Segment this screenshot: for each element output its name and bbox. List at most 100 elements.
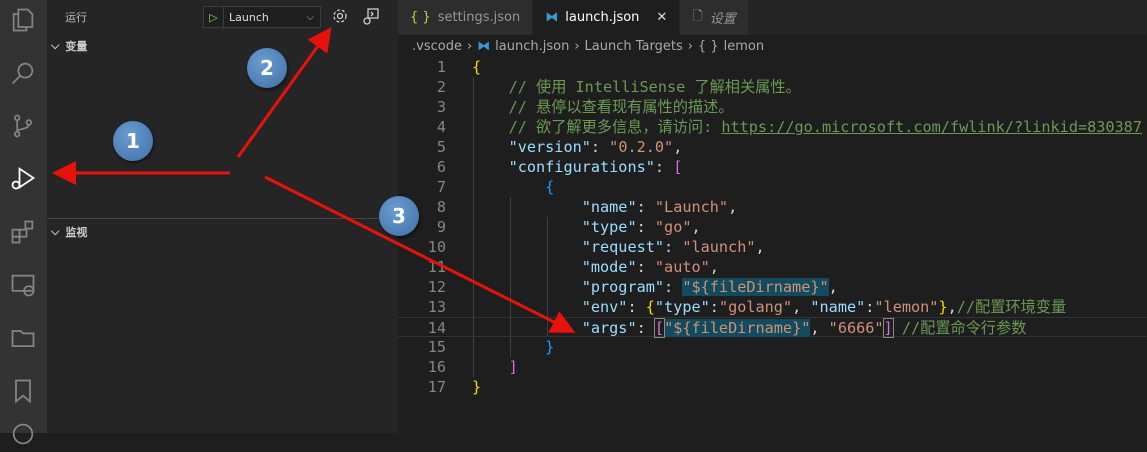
source-control-icon[interactable] (9, 112, 37, 140)
code-token: : (636, 319, 655, 337)
code-line[interactable]: 14 "args": ["${fileDirname}", "6666"] //… (398, 317, 1147, 338)
code-token: } (938, 298, 948, 316)
chevron-down-icon: ⌵ (51, 39, 60, 52)
tab-bar: { } settings.json ⧓ launch.json ✕ 🗋 设置 (398, 0, 1147, 35)
start-debugging-icon[interactable]: ▷ (204, 7, 224, 27)
code-token: : (654, 158, 674, 176)
section-variables[interactable]: ⌵ 变量 (51, 38, 87, 54)
code-line[interactable]: 15 } (398, 337, 1147, 357)
code-token: { (472, 58, 482, 76)
line-text: "env": {"type":"golang", "name":"lemon"}… (472, 297, 1066, 317)
line-number: 15 (427, 338, 446, 356)
breadcrumb-item[interactable]: .vscode (412, 39, 462, 54)
code-line[interactable]: 11 "mode": "auto", (398, 257, 1147, 277)
code-token: , (728, 198, 738, 216)
code-token: "Launch" (654, 198, 729, 216)
code-line[interactable]: 13 "env": {"type":"golang", "name":"lemo… (398, 297, 1147, 317)
code-token: "auto" (654, 258, 710, 276)
code-token: "${fileDirname}" (682, 278, 829, 296)
line-text: "request": "launch", (472, 237, 765, 257)
code-line[interactable]: 17} (398, 377, 1147, 397)
bookmark-icon[interactable] (9, 377, 37, 405)
code-line[interactable]: 4 // 欲了解更多信息，请访问: https://go.microsoft.c… (398, 117, 1147, 137)
code-token: , (673, 138, 683, 156)
code-token: } (472, 378, 482, 396)
code-token: "6666" (828, 319, 884, 337)
code-area[interactable]: 1{2 // 使用 IntelliSense 了解相关属性。 3 // 悬停以查看… (398, 57, 1147, 397)
close-icon[interactable]: ✕ (656, 10, 667, 25)
code-token: [ (653, 318, 666, 338)
breadcrumb-item[interactable]: launch.json (495, 39, 569, 54)
braces-icon: { } (697, 38, 719, 54)
line-text: } (472, 337, 554, 357)
line-text: "mode": "auto", (472, 257, 719, 277)
chevron-right-icon: › (466, 38, 473, 54)
code-token: , (755, 238, 765, 256)
code-line[interactable]: 1{ (398, 57, 1147, 77)
folder-icon[interactable] (9, 324, 37, 352)
line-number: 11 (427, 258, 446, 276)
gear-icon[interactable] (330, 6, 350, 26)
line-number: 17 (427, 378, 446, 396)
section-watch[interactable]: ⌵ 监视 (51, 224, 87, 240)
code-token: "mode" (581, 258, 637, 276)
editor: { } settings.json ⧓ launch.json ✕ 🗋 设置 .vsco… (398, 0, 1147, 433)
code-line[interactable]: 8 "name": "Launch", (398, 197, 1147, 217)
code-line[interactable]: 5 "version": "0.2.0", (398, 137, 1147, 157)
code-token: , (709, 258, 719, 276)
code-token: "type" (654, 298, 710, 316)
code-token: "env" (581, 298, 628, 316)
code-line[interactable]: 2 // 使用 IntelliSense 了解相关属性。 (398, 77, 1147, 97)
code-token: , (691, 218, 701, 236)
code-line[interactable]: 3 // 悬停以查看现有属性的描述。 (398, 97, 1147, 117)
code-token: { (645, 298, 655, 316)
code-token: [ (673, 158, 683, 176)
code-token: "name" (581, 198, 637, 216)
tab-label: 设置 (709, 12, 736, 27)
code-token: , (810, 319, 829, 337)
line-number: 5 (436, 138, 446, 156)
code-line[interactable]: 6 "configurations": [ (398, 157, 1147, 177)
code-line[interactable]: 7 { (398, 177, 1147, 197)
code-token: "request" (581, 238, 665, 256)
breadcrumb-item[interactable]: lemon (724, 39, 764, 54)
tab-launch-json[interactable]: ⧓ launch.json ✕ (533, 0, 681, 35)
line-number: 13 (427, 298, 446, 316)
code-line[interactable]: 16 ] (398, 357, 1147, 377)
timeline-icon[interactable] (9, 420, 37, 448)
explorer-icon[interactable] (9, 6, 37, 34)
remote-explorer-icon[interactable] (9, 271, 37, 299)
chevron-right-icon: › (687, 38, 693, 54)
line-number: 14 (427, 319, 446, 337)
extensions-icon[interactable] (9, 218, 37, 246)
code-token: "${fileDirname}" (664, 319, 811, 337)
tab-settings-ui[interactable]: 🗋 设置 (680, 0, 749, 35)
line-number: 1 (436, 58, 446, 76)
run-debug-icon[interactable] (9, 164, 37, 192)
tab-settings-json[interactable]: { } settings.json (398, 0, 534, 35)
code-line[interactable]: 10 "request": "launch", (398, 237, 1147, 257)
debug-console-icon[interactable] (361, 6, 381, 26)
annotation-badge-1: 1 (113, 121, 153, 161)
vscode-icon: ⧓ (545, 10, 559, 25)
line-number: 4 (436, 118, 446, 136)
line-text: "version": "0.2.0", (472, 137, 683, 157)
code-token: : (627, 298, 646, 316)
chevron-down-icon: ⌵ (51, 225, 60, 238)
code-line[interactable]: 12 "program": "${fileDirname}", (398, 277, 1147, 297)
line-text: // 欲了解更多信息，请访问: https://go.microsoft.com… (472, 117, 1142, 137)
breadcrumb-item[interactable]: Launch Targets (585, 39, 683, 54)
launch-config-select[interactable]: ▷ Launch ⌵ (203, 6, 321, 28)
code-token: : (636, 198, 655, 216)
code-token: "args" (581, 319, 637, 337)
chevron-right-icon: › (574, 38, 580, 54)
code-line[interactable]: 9 "type": "go", (398, 217, 1147, 237)
line-text: "args": ["${fileDirname}", "6666"] //配置命… (472, 318, 1026, 338)
search-icon[interactable] (9, 59, 37, 87)
